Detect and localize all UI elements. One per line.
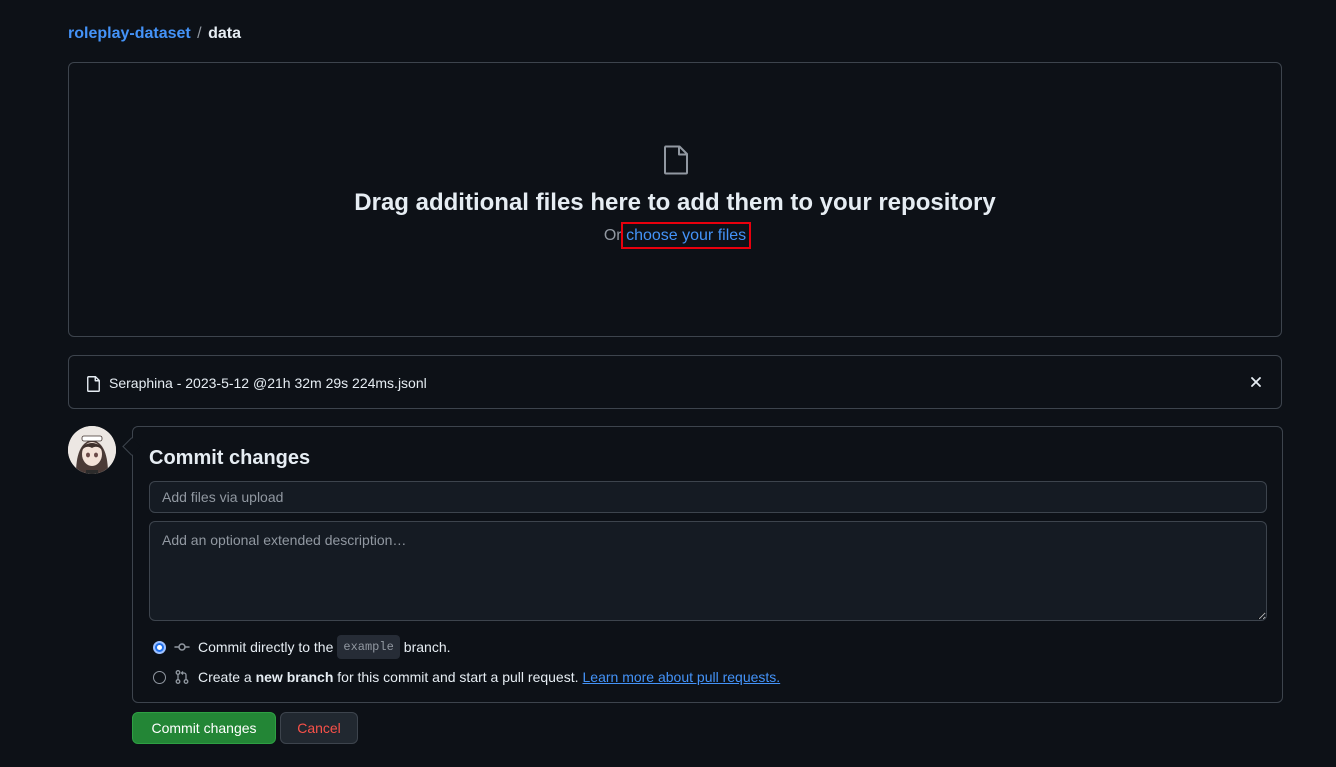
breadcrumb-separator: / <box>197 25 202 42</box>
choose-files-link[interactable]: choose your files <box>621 222 752 249</box>
file-icon <box>664 145 688 175</box>
commit-form: Commit changes Commit directly to the ex… <box>132 426 1283 703</box>
commit-form-title: Commit changes <box>149 447 311 469</box>
commit-direct-suffix: branch. <box>403 639 451 655</box>
breadcrumb-current-folder: data <box>208 25 241 42</box>
new-branch-text-bold: new branch <box>255 669 334 685</box>
new-branch-radio[interactable] <box>153 670 166 684</box>
commit-description-input[interactable] <box>149 521 1267 621</box>
dropzone-title: Drag additional files here to add them t… <box>354 189 996 216</box>
dropzone-subtitle: Or choose your files <box>69 222 1281 249</box>
breadcrumb: roleplay-dataset / data <box>68 22 241 46</box>
remove-file-button[interactable] <box>1247 373 1265 391</box>
avatar-image <box>68 426 116 474</box>
commit-summary-input[interactable] <box>149 481 1267 513</box>
uploaded-file-row: Seraphina - 2023-5-12 @21h 32m 29s 224ms… <box>68 355 1282 409</box>
commit-direct-radio[interactable] <box>153 640 166 654</box>
new-branch-text-after: for this commit and start a pull request… <box>337 669 579 685</box>
commit-changes-button[interactable]: Commit changes <box>132 712 276 744</box>
breadcrumb-repo-link[interactable]: roleplay-dataset <box>68 25 191 42</box>
new-branch-text-before: Create a <box>198 669 252 685</box>
dropzone-prefix: Or <box>603 227 622 244</box>
uploaded-file-name: Seraphina - 2023-5-12 @21h 32m 29s 224ms… <box>109 375 427 391</box>
close-icon <box>1251 377 1261 387</box>
commit-direct-option[interactable]: Commit directly to the example branch. <box>153 635 451 659</box>
git-commit-icon <box>174 643 190 651</box>
new-branch-option[interactable]: Create a new branch for this commit and … <box>153 667 780 687</box>
commit-direct-text: Commit directly to the <box>198 639 334 655</box>
file-icon <box>87 376 100 392</box>
avatar[interactable] <box>68 426 116 474</box>
git-pull-request-icon <box>175 670 189 684</box>
cancel-button[interactable]: Cancel <box>280 712 358 744</box>
branch-name: example <box>337 635 400 659</box>
learn-more-pull-requests-link[interactable]: Learn more about pull requests. <box>583 667 781 687</box>
file-dropzone[interactable]: Drag additional files here to add them t… <box>68 62 1282 337</box>
